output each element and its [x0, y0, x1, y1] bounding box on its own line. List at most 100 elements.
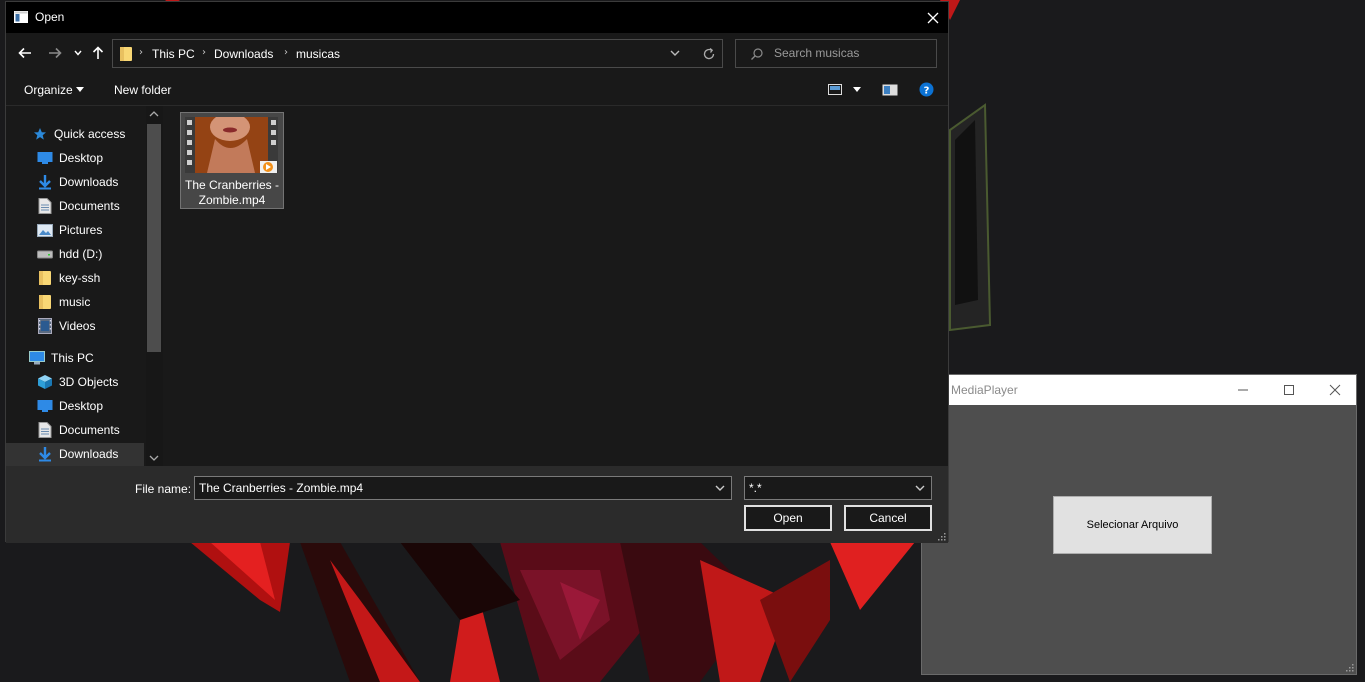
- resize-grip-icon[interactable]: [936, 531, 946, 541]
- folder-icon: [37, 270, 53, 286]
- mediaplayer-titlebar[interactable]: MediaPlayer: [922, 375, 1356, 405]
- open-button[interactable]: Open: [744, 505, 832, 531]
- downloads-icon: [37, 174, 53, 190]
- file-name-line: The Cranberries -: [184, 178, 280, 192]
- file-name-combobox[interactable]: [194, 476, 732, 500]
- tree-item-pictures[interactable]: Pictures: [37, 219, 163, 241]
- dialog-close-button[interactable]: [918, 2, 948, 33]
- scroll-up-icon[interactable]: [149, 110, 159, 118]
- breadcrumb-musicas[interactable]: musicas: [296, 47, 340, 61]
- file-type-select[interactable]: *.*: [744, 476, 932, 500]
- tree-item-label: Desktop: [59, 151, 104, 165]
- search-input[interactable]: [774, 46, 924, 60]
- file-list-area[interactable]: The Cranberries - Zombie.mp4: [163, 106, 948, 466]
- breadcrumb-this-pc[interactable]: This PC: [152, 47, 195, 61]
- close-icon: [1329, 384, 1341, 396]
- file-name-line: Zombie.mp4: [198, 193, 266, 207]
- mediaplayer-close-button[interactable]: [1312, 375, 1358, 405]
- pictures-icon: [37, 222, 53, 238]
- scroll-down-icon[interactable]: [149, 454, 159, 462]
- tree-item-documents[interactable]: Documents: [37, 195, 163, 217]
- tree-item-label: Downloads: [59, 447, 119, 461]
- tree-item-label: Videos: [59, 319, 96, 333]
- tree-item-label: 3D Objects: [59, 375, 119, 389]
- navigation-pane: Quick access Desktop Downloads Documents…: [6, 106, 163, 466]
- chevron-down-icon[interactable]: [76, 87, 84, 93]
- preview-pane-icon[interactable]: [882, 84, 898, 96]
- breadcrumb-separator-icon: ›: [284, 47, 288, 58]
- search-icon: [751, 48, 763, 60]
- tree-item-label: Documents: [59, 423, 120, 437]
- arrow-right-icon: [49, 47, 62, 59]
- help-icon[interactable]: ?: [919, 82, 934, 97]
- svg-text:?: ?: [924, 86, 930, 97]
- nav-pane-scroll-thumb[interactable]: [147, 124, 161, 352]
- maximize-icon: [1284, 385, 1294, 395]
- mediaplayer-title: MediaPlayer: [951, 383, 1018, 397]
- documents-icon: [37, 198, 53, 214]
- resize-grip-icon[interactable]: [1344, 662, 1354, 672]
- star-icon: [32, 126, 48, 142]
- tree-item-label: Pictures: [59, 223, 103, 237]
- back-button[interactable]: [15, 42, 35, 64]
- tree-item-this-pc[interactable]: This PC: [29, 347, 94, 369]
- up-button[interactable]: [89, 42, 107, 64]
- tree-item-desktop-pc[interactable]: Desktop: [37, 395, 103, 417]
- downloads-icon: [37, 446, 53, 462]
- view-options-icon[interactable]: [828, 84, 843, 96]
- chevron-down-icon[interactable]: [853, 87, 861, 93]
- maximize-button[interactable]: [1266, 375, 1312, 405]
- organize-button[interactable]: Organize: [24, 83, 73, 97]
- dialog-titlebar[interactable]: Open: [6, 2, 948, 33]
- select-file-button[interactable]: Selecionar Arquivo: [1053, 496, 1212, 554]
- arrow-up-icon: [92, 46, 104, 59]
- tree-item-key-ssh[interactable]: key-ssh: [37, 267, 100, 289]
- breadcrumb-downloads[interactable]: Downloads: [214, 47, 273, 61]
- desktop-icon: [37, 150, 53, 166]
- minimize-button[interactable]: [1220, 375, 1266, 405]
- recent-locations-button[interactable]: [71, 42, 85, 64]
- chevron-down-icon[interactable]: [669, 48, 681, 58]
- tree-item-quick-access[interactable]: Quick access: [32, 123, 125, 145]
- tree-item-label: Quick access: [54, 127, 126, 141]
- cancel-button[interactable]: Cancel: [844, 505, 932, 531]
- file-item-video[interactable]: The Cranberries - Zombie.mp4: [180, 112, 284, 209]
- forward-button[interactable]: [45, 42, 65, 64]
- search-box[interactable]: [735, 39, 937, 68]
- address-bar[interactable]: › This PC › Downloads › musicas: [112, 39, 723, 68]
- documents-icon: [37, 422, 53, 438]
- tree-item-downloads[interactable]: Downloads: [37, 171, 163, 193]
- dialog-title: Open: [35, 10, 65, 24]
- tree-item-3d-objects[interactable]: 3D Objects: [37, 371, 118, 393]
- file-name-label: The Cranberries - Zombie.mp4: [181, 178, 283, 208]
- desktop-icon: [37, 398, 53, 414]
- minimize-icon: [1238, 389, 1248, 391]
- tree-item-desktop[interactable]: Desktop: [37, 147, 163, 169]
- tree-item-label: Desktop: [59, 399, 104, 413]
- drive-icon: [37, 246, 53, 262]
- tree-item-hdd[interactable]: hdd (D:): [37, 243, 102, 265]
- videos-icon: [37, 318, 53, 334]
- tree-item-label: music: [59, 295, 91, 309]
- folder-icon: [120, 47, 132, 61]
- computer-icon: [29, 350, 45, 366]
- chevron-down-icon[interactable]: [914, 483, 926, 493]
- video-thumbnail-icon: [185, 117, 278, 173]
- tree-item-music[interactable]: music: [37, 291, 90, 313]
- tree-item-label: key-ssh: [59, 271, 101, 285]
- new-folder-button[interactable]: New folder: [114, 83, 171, 97]
- tree-item-documents-pc[interactable]: Documents: [37, 419, 120, 441]
- refresh-icon[interactable]: [699, 45, 719, 63]
- tree-item-label: This PC: [51, 351, 94, 365]
- tree-item-videos[interactable]: Videos: [37, 315, 95, 337]
- 3d-objects-icon: [37, 374, 53, 390]
- tree-item-label: hdd (D:): [59, 247, 103, 261]
- file-type-value: *.*: [749, 481, 762, 495]
- tree-item-downloads-pc[interactable]: Downloads: [37, 443, 118, 465]
- dialog-footer: File name: *.* Open Cancel: [6, 466, 948, 543]
- chevron-down-icon[interactable]: [714, 483, 726, 493]
- mediaplayer-window: MediaPlayer Selecionar Arquivo: [921, 374, 1357, 675]
- file-name-input[interactable]: [199, 481, 699, 495]
- navigation-bar: › This PC › Downloads › musicas: [6, 33, 948, 74]
- breadcrumb-separator-icon: ›: [139, 47, 143, 58]
